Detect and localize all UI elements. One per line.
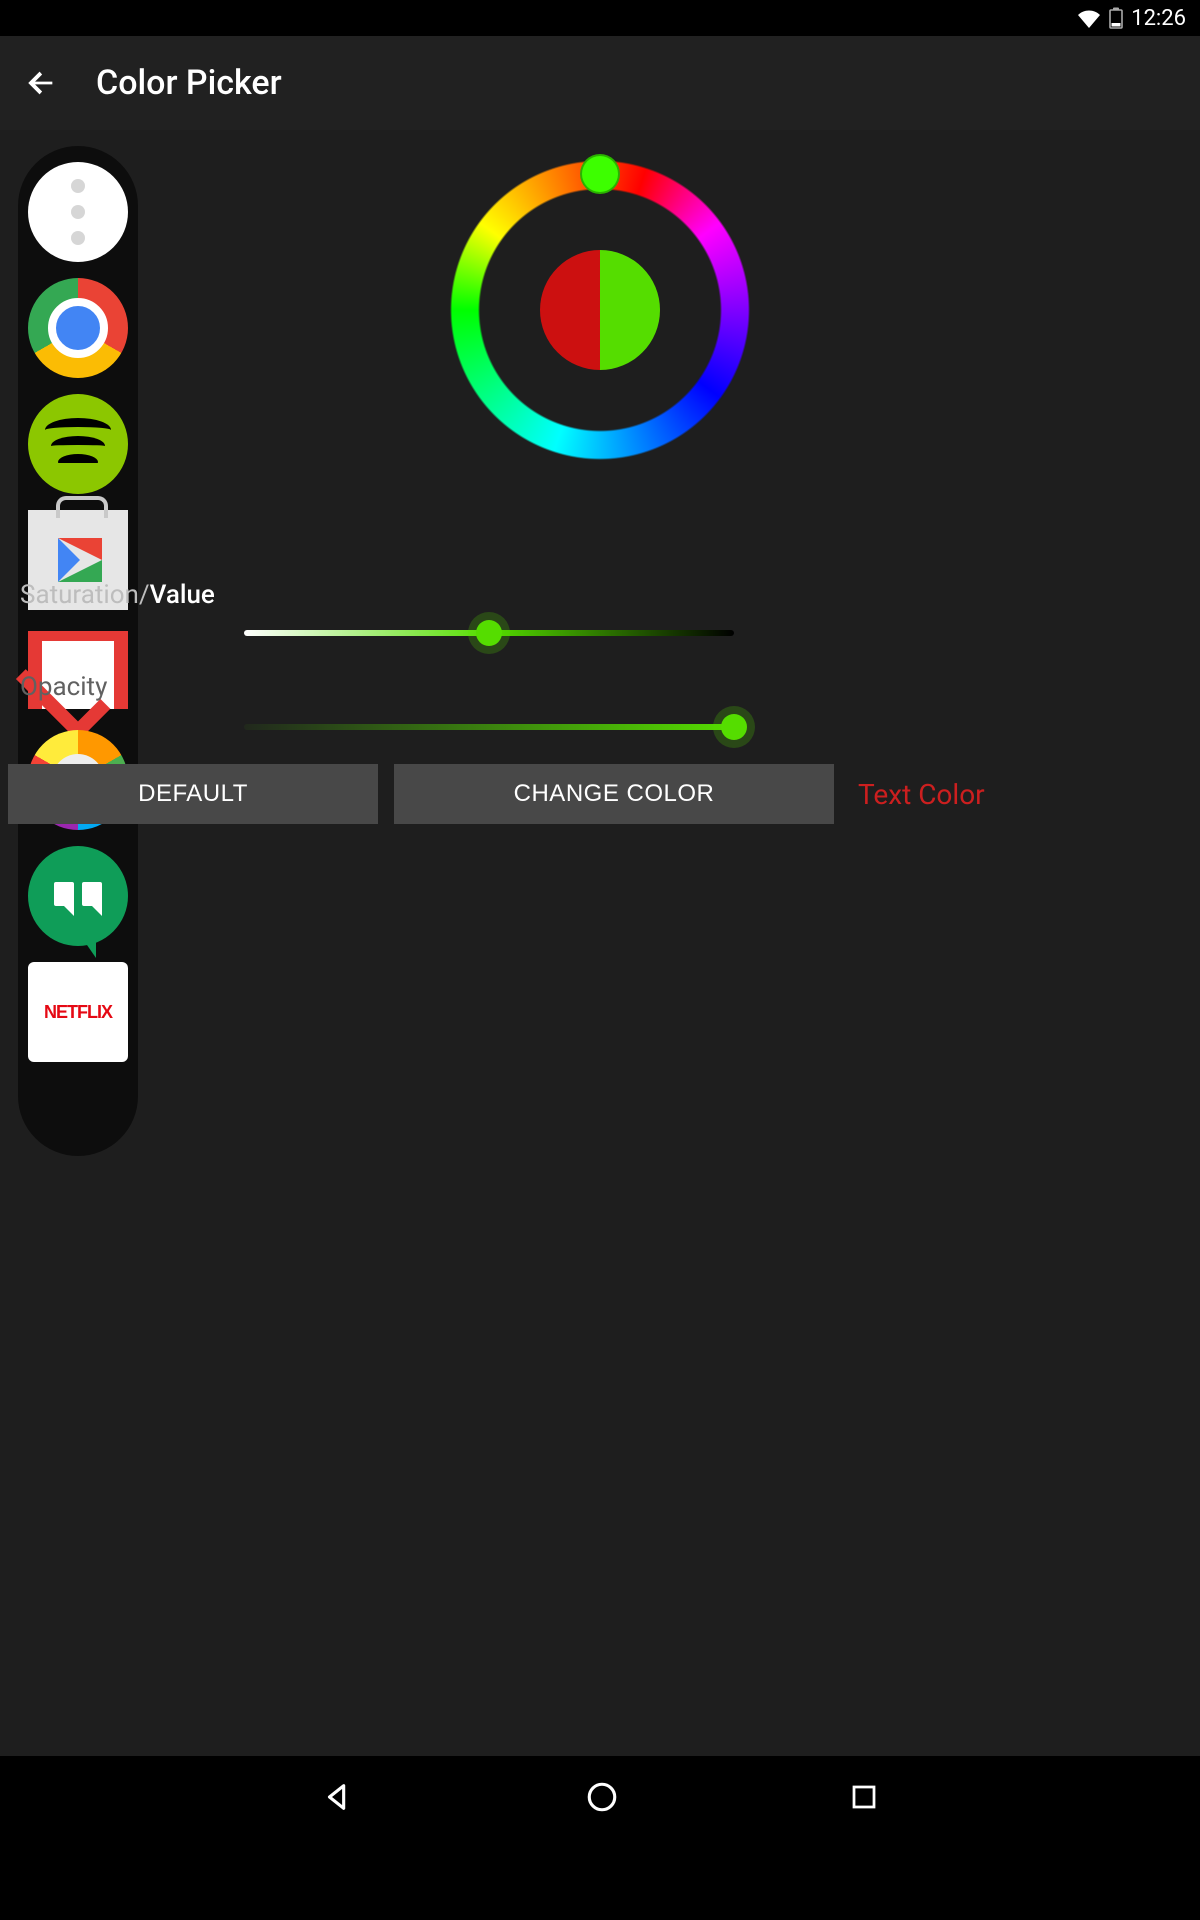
nav-home-icon[interactable] <box>585 1780 619 1814</box>
saturation-value-label: Saturation/Value <box>20 580 215 610</box>
hue-wheel[interactable] <box>450 160 750 460</box>
saturation-value-slider[interactable] <box>244 630 734 636</box>
new-color-swatch <box>600 250 660 370</box>
navigation-bar <box>0 1756 1200 1838</box>
menu-dots-icon <box>28 162 128 262</box>
wifi-icon <box>1077 8 1101 28</box>
sidebar-item-spotify[interactable] <box>28 394 128 494</box>
color-preview <box>540 250 660 370</box>
opacity-slider[interactable] <box>244 724 734 730</box>
change-color-button[interactable]: CHANGE COLOR <box>394 764 834 824</box>
status-time: 12:26 <box>1131 6 1186 31</box>
back-icon[interactable] <box>24 66 58 100</box>
nav-recent-icon[interactable] <box>849 1782 879 1812</box>
netflix-icon: NETFLIX <box>28 962 128 1062</box>
text-color-label: Text Color <box>858 778 985 811</box>
hangouts-icon <box>28 846 128 946</box>
sidebar[interactable]: NETFLIX <box>18 146 138 1156</box>
chrome-icon <box>28 278 128 378</box>
sidebar-item-chrome[interactable] <box>28 278 128 378</box>
old-color-swatch <box>540 250 600 370</box>
sidebar-item-netflix[interactable]: NETFLIX <box>28 962 128 1062</box>
sidebar-item-menu[interactable] <box>28 162 128 262</box>
main-area: NETFLIX Saturation/Value Opacity DEFAULT… <box>0 130 1200 1838</box>
opacity-label: Opacity <box>20 672 107 702</box>
sidebar-item-hangouts[interactable] <box>28 846 128 946</box>
app-bar: Color Picker <box>0 36 1200 130</box>
spotify-icon <box>28 394 128 494</box>
hue-handle[interactable] <box>580 154 620 194</box>
opacity-thumb[interactable] <box>721 714 747 740</box>
battery-icon <box>1109 7 1123 29</box>
status-bar: 12:26 <box>0 0 1200 36</box>
nav-back-icon[interactable] <box>321 1780 355 1814</box>
button-row: DEFAULT CHANGE COLOR Text Color <box>8 764 985 824</box>
page-title: Color Picker <box>96 63 282 103</box>
default-button[interactable]: DEFAULT <box>8 764 378 824</box>
sv-thumb[interactable] <box>476 620 502 646</box>
